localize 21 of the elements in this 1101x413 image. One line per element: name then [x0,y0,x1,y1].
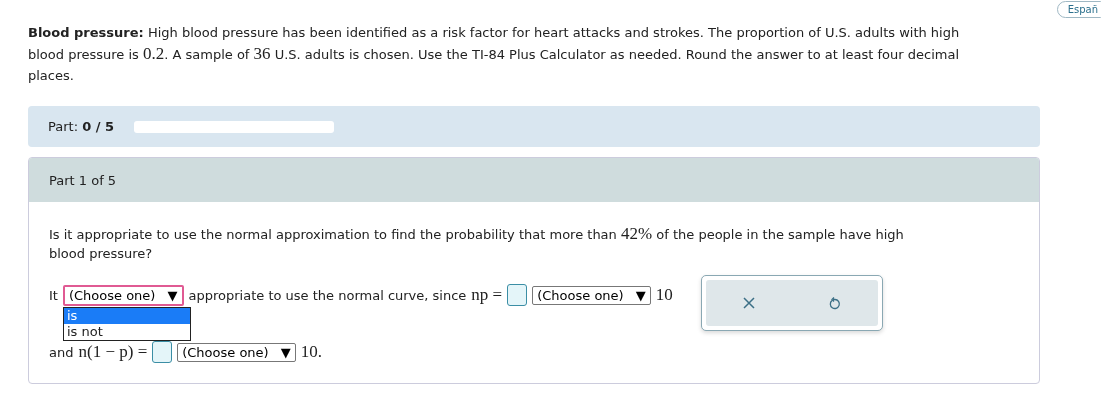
answer-text: appropriate to use the normal curve, since [188,287,467,303]
answer-input[interactable] [152,341,173,363]
problem-text: Blood pressure: High blood pressure has been identified as a risk factor for heart attacks and strokes. The proportion of U.S. adults with high blood pressure is 0.2. A sample of 36 U.S. adults is chosen. Use the TI-84 Plus Calculator as needed. Round the answer to at least four decimal places. [28,24,961,85]
math-expression: 10. [300,342,323,362]
math-expression: 10 [655,285,673,305]
choose-dropdown[interactable]: (Choose one) ▼ [177,342,296,362]
close-icon [742,297,755,309]
dropdown-option[interactable]: is [63,307,190,324]
math-expression: n(1 − p) = [78,342,148,362]
question-text: Is it appropriate to use the normal approximation to find the probability that more than 42% of the people in the sample have high blood pressure? [49,224,905,263]
language-button[interactable]: Españ [1056,1,1101,18]
undo-icon [828,296,841,310]
choose-dropdown[interactable]: (Choose one) ▼ [62,284,184,306]
answer-input[interactable] [507,284,528,306]
dropdown-option[interactable]: is not [63,323,190,340]
part-title: Part 1 of 5 [49,172,117,188]
answer-text: and [49,344,74,360]
answer-text: It [49,287,58,303]
math-expression: np = [471,285,503,305]
choose-dropdown[interactable]: (Choose one) ▼ [532,285,651,305]
progress-label: Part: 0 / 5 [48,119,115,134]
